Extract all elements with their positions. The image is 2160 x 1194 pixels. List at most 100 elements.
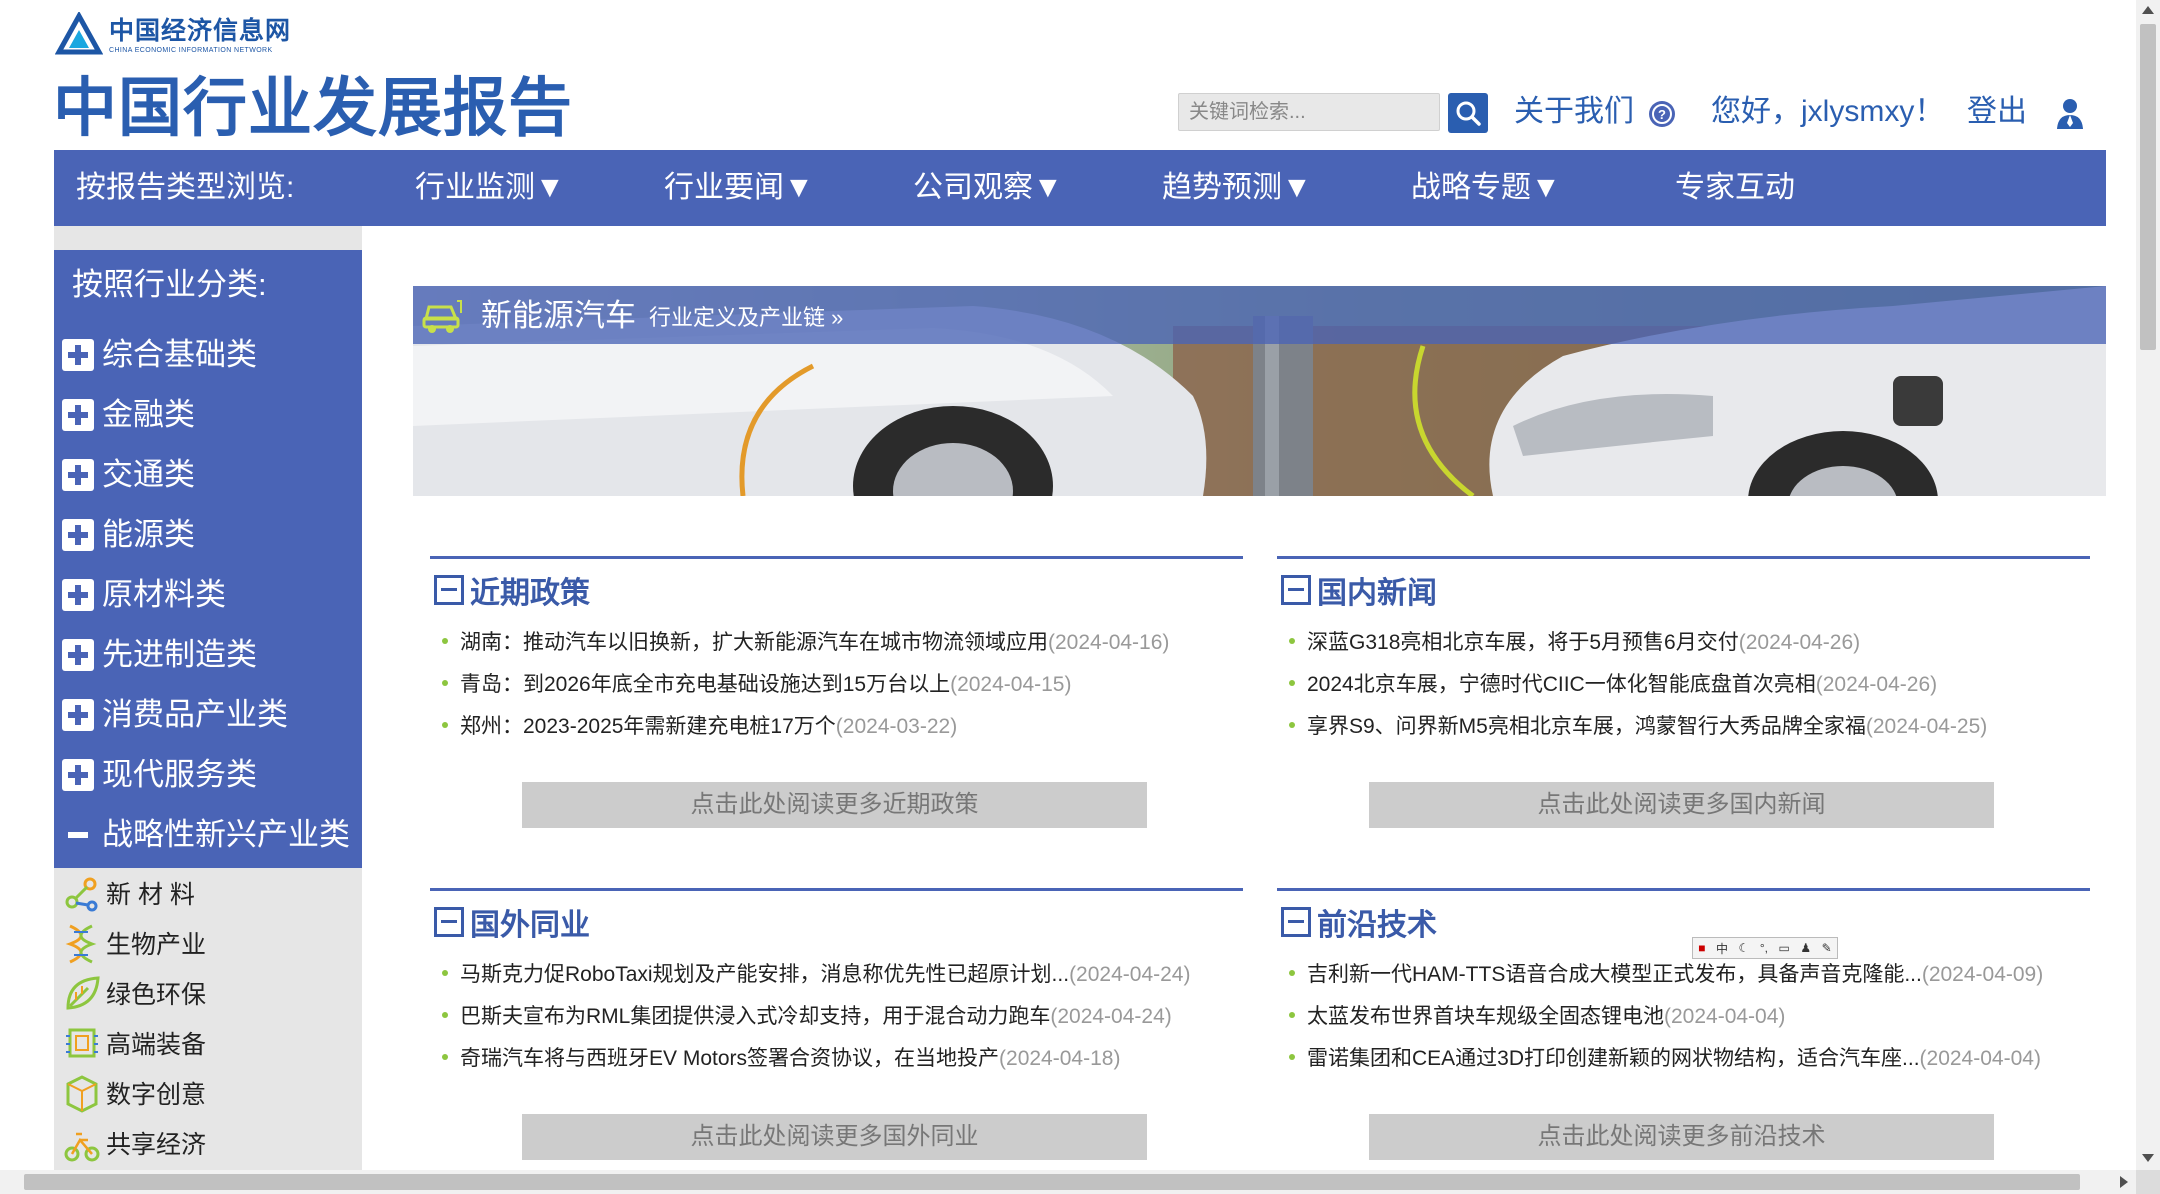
search-icon [1456,101,1481,126]
bike-icon [64,1132,100,1162]
read-more-button[interactable]: 点击此处阅读更多国内新闻 [1369,782,1994,828]
list-item[interactable]: 郑州：2023-2025年需新建充电桩17万个(2024-03-22) [436,706,1246,748]
section-title: 近期政策 [434,570,590,610]
nav-industry-news[interactable]: 行业要闻▼ [664,150,814,226]
banner-title: 新能源汽车 [481,298,636,333]
sidebar-heading: 按照行业分类: [72,267,267,302]
sidebar-subitem-digital-creative[interactable]: 数字创意 [62,1071,206,1115]
chip-icon [66,1028,98,1058]
molecule-icon [65,877,98,912]
list-item[interactable]: 马斯克力促RoboTaxi规划及产能安排，消息称优先性已超原计划...(2024… [436,954,1246,996]
leaf-icon [66,976,100,1010]
collapse-icon[interactable] [434,575,464,605]
search-input[interactable] [1178,93,1440,131]
sidebar-item-raw-materials[interactable]: 原材料类 [62,575,226,615]
nav-expert-interaction[interactable]: 专家互动 [1675,150,1795,226]
cube-icon [66,1075,98,1113]
vertical-scrollbar[interactable] [2136,0,2160,1170]
logout-link[interactable]: 登出 [1967,92,2027,132]
nav-trend-forecast[interactable]: 趋势预测▼ [1162,150,1312,226]
dna-icon [65,924,97,964]
sidebar-item-strategic-emerging[interactable]: 战略性新兴产业类 [62,815,350,855]
section-frontier-tech: 前沿技术 吉利新一代HAM-TTS语音合成大模型正式发布，具备声音克隆能...(… [1277,888,2090,1168]
collapse-icon[interactable] [434,907,464,937]
keyboard-icon[interactable]: ▭ [1778,941,1789,955]
sidebar-item-finance[interactable]: 金融类 [62,395,195,435]
sidebar-item-energy[interactable]: 能源类 [62,515,195,555]
plus-icon [62,759,94,791]
logo-icon [55,12,103,55]
sidebar-item-transport[interactable]: 交通类 [62,455,195,495]
plus-icon [62,459,94,491]
sidebar-item-modern-services[interactable]: 现代服务类 [62,755,257,795]
scrollbar-corner [2136,1170,2160,1194]
list-item[interactable]: 太蓝发布世界首块车规级全固态锂电池(2024-04-04) [1283,996,2093,1038]
sidebar-item-advanced-manufacturing[interactable]: 先进制造类 [62,635,257,675]
nav-company-watch[interactable]: 公司观察▼ [913,150,1063,226]
read-more-button[interactable]: 点击此处阅读更多前沿技术 [1369,1114,1994,1160]
plus-icon [62,519,94,551]
list-item[interactable]: 湖南：推动汽车以旧换新，扩大新能源汽车在城市物流领域应用(2024-04-16) [436,622,1246,664]
moon-icon[interactable]: ☾ [1739,941,1750,955]
main-nav: 按报告类型浏览: 行业监测▼ 行业要闻▼ 公司观察▼ 趋势预测▼ 战略专题▼ 专… [54,150,2106,226]
section-domestic-news: 国内新闻 深蓝G318亮相北京车展，将于5月预售6月交付(2024-04-26)… [1277,556,2090,836]
industry-banner[interactable]: 新能源汽车 行业定义及产业链 » [413,286,2106,496]
ime-lang-toggle[interactable]: 中 [1716,940,1728,957]
logo-cn-text: 中国经济信息网 [109,16,292,45]
sidebar-subitem-new-materials[interactable]: 新 材 料 [62,871,195,915]
sidebar-subitem-biotech[interactable]: 生物产业 [62,921,206,965]
list-item[interactable]: 2024北京车展，宁德时代CIIC一体化智能底盘首次亮相(2024-04-26) [1283,664,2093,706]
list-item[interactable]: 吉利新一代HAM-TTS语音合成大模型正式发布，具备声音克隆能...(2024-… [1283,954,2093,996]
horizontal-scroll-thumb[interactable] [24,1174,2080,1190]
sidebar-subitem-sharing-economy[interactable]: 共享经济 [62,1121,206,1165]
nav-strategy-topics[interactable]: 战略专题▼ [1411,150,1561,226]
section-title: 国内新闻 [1281,570,1437,610]
sidebar-subitem-high-end-equipment[interactable]: 高端装备 [62,1021,206,1065]
punctuation-icon[interactable]: °, [1760,941,1768,955]
ime-toolbar[interactable]: ■ 中 ☾ °, ▭ ♟ ✎ [1692,937,1838,959]
minus-icon [62,819,94,851]
plus-icon [62,399,94,431]
scroll-down-icon[interactable] [2142,1154,2154,1162]
sidebar-item-consumer-goods[interactable]: 消费品产业类 [62,695,288,735]
plus-icon [62,339,94,371]
list-item[interactable]: 享界S9、问界新M5亮相北京车展，鸿蒙智行大秀品牌全家福(2024-04-25) [1283,706,2093,748]
ev-car-icon [422,300,462,333]
list-item[interactable]: 深蓝G318亮相北京车展，将于5月预售6月交付(2024-04-26) [1283,622,2093,664]
scroll-up-icon[interactable] [2142,6,2154,14]
sidebar-item-basic[interactable]: 综合基础类 [62,335,257,375]
collapse-icon[interactable] [1281,907,1311,937]
list-item[interactable]: 雷诺集团和CEA通过3D打印创建新颖的网状物结构，适合汽车座...(2024-0… [1283,1038,2093,1080]
site-title: 中国行业发展报告 [53,72,573,144]
list-item[interactable]: 青岛：到2026年底全市充电基础设施达到15万台以上(2024-04-15) [436,664,1246,706]
plus-icon [62,699,94,731]
horizontal-scrollbar[interactable] [0,1170,2136,1194]
search-button[interactable] [1448,93,1488,133]
nav-industry-monitor[interactable]: 行业监测▼ [415,150,565,226]
plus-icon [62,639,94,671]
sidebar-subitem-green[interactable]: 绿色环保 [62,971,206,1015]
plus-icon [62,579,94,611]
ime-logo-icon[interactable]: ■ [1698,941,1705,955]
about-us-link[interactable]: 关于我们 [1514,92,1634,132]
help-icon[interactable]: ? [1647,99,1677,129]
scroll-right-icon[interactable] [2120,1176,2128,1188]
collapse-icon[interactable] [1281,575,1311,605]
list-item[interactable]: 巴斯夫宣布为RML集团提供浸入式冷却支持，用于混合动力跑车(2024-04-24… [436,996,1246,1038]
logo-en-text: CHINA ECONOMIC INFORMATION NETWORK [109,46,273,54]
nav-browse-label: 按报告类型浏览: [76,171,295,204]
site-logo[interactable]: 中国经济信息网 CHINA ECONOMIC INFORMATION NETWO… [55,12,295,60]
section-title: 国外同业 [434,902,590,942]
user-icon[interactable] [2054,96,2086,130]
section-title: 前沿技术 [1281,902,1437,942]
user-greeting: 您好，jxlysmxy！ [1711,95,1945,128]
section-recent-policy: 近期政策 湖南：推动汽车以旧换新，扩大新能源汽车在城市物流领域应用(2024-0… [430,556,1243,836]
user-icon[interactable]: ♟ [1800,941,1811,955]
list-item[interactable]: 奇瑞汽车将与西班牙EV Motors签署合资协议，在当地投产(2024-04-1… [436,1038,1246,1080]
wrench-icon[interactable]: ✎ [1822,941,1832,955]
read-more-button[interactable]: 点击此处阅读更多国外同业 [522,1114,1147,1160]
industry-definition-link[interactable]: 行业定义及产业链 » [649,288,843,348]
vertical-scroll-thumb[interactable] [2140,24,2156,350]
section-foreign-peers: 国外同业 马斯克力促RoboTaxi规划及产能安排，消息称优先性已超原计划...… [430,888,1243,1168]
read-more-button[interactable]: 点击此处阅读更多近期政策 [522,782,1147,828]
